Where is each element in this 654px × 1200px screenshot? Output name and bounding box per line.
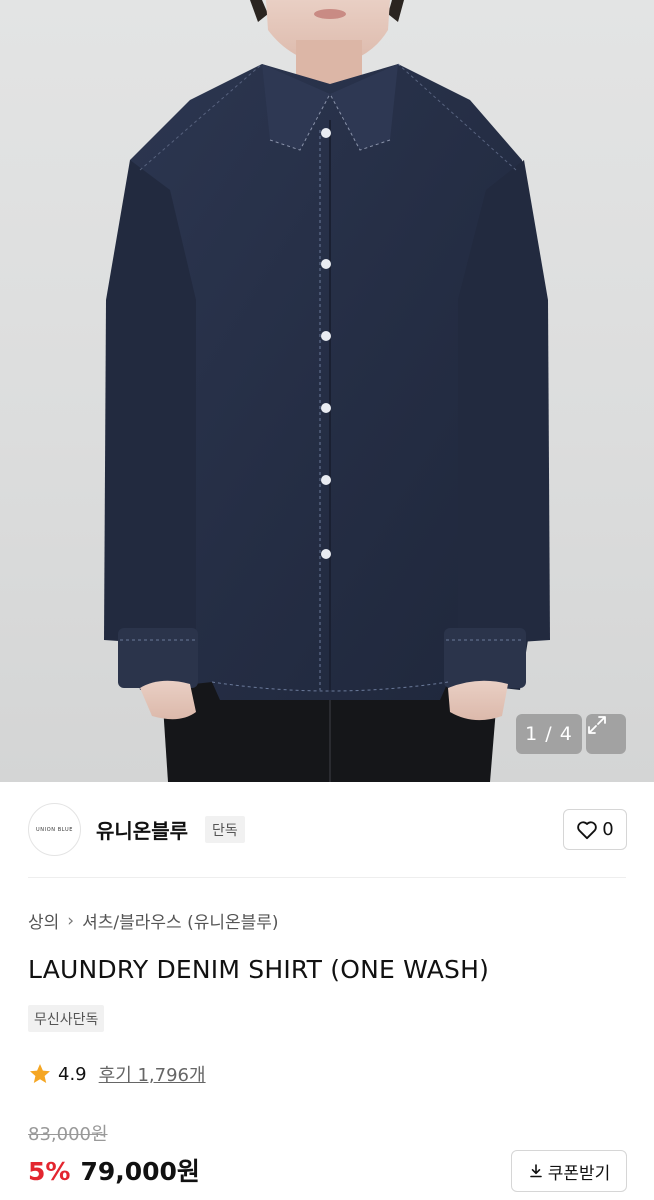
breadcrumb: 상의 › 셔츠/블라우스 (유니온블루) — [28, 908, 279, 934]
heart-outline-icon — [577, 820, 598, 839]
like-count: 0 — [602, 819, 614, 840]
brand-exclusive-badge: 단독 — [205, 816, 245, 843]
musinsa-exclusive-badge: 무신사단독 — [28, 1005, 105, 1032]
coupon-label: 쿠폰받기 — [547, 1163, 611, 1184]
discount-rate: 5% — [28, 1157, 71, 1186]
product-image-gallery[interactable]: 1 / 4 — [0, 0, 654, 782]
product-photo — [104, 0, 550, 782]
chevron-right-icon: › — [67, 910, 75, 931]
price-row: 5% 79,000원 — [28, 1152, 200, 1188]
image-counter: 1 / 4 — [516, 714, 582, 754]
brand-logo-text: UNION BLUE — [36, 826, 73, 833]
coupon-download-button[interactable]: 쿠폰받기 — [511, 1150, 627, 1192]
original-price: 83,000원 — [28, 1124, 108, 1145]
sale-price: 79,000원 — [80, 1157, 200, 1186]
expand-button[interactable] — [586, 714, 626, 754]
reviews-link[interactable]: 후기 1,796개 — [99, 1061, 206, 1087]
brand-name[interactable]: 유니온블루 — [96, 815, 188, 844]
like-button[interactable]: 0 — [563, 809, 627, 850]
star-icon — [30, 1064, 50, 1083]
section-divider — [28, 877, 626, 878]
brand-logo[interactable]: UNION BLUE — [28, 803, 81, 856]
breadcrumb-item-subcategory[interactable]: 셔츠/블라우스 (유니온블루) — [82, 908, 278, 933]
download-icon — [529, 1164, 542, 1178]
rating-score: 4.9 — [58, 1063, 87, 1085]
expand-arrows-icon — [588, 716, 606, 734]
breadcrumb-item-category[interactable]: 상의 — [28, 908, 59, 933]
product-title: LAUNDRY DENIM SHIRT (ONE WASH) — [28, 955, 490, 984]
product-rating: 4.9 후기 1,796개 — [28, 1061, 206, 1087]
